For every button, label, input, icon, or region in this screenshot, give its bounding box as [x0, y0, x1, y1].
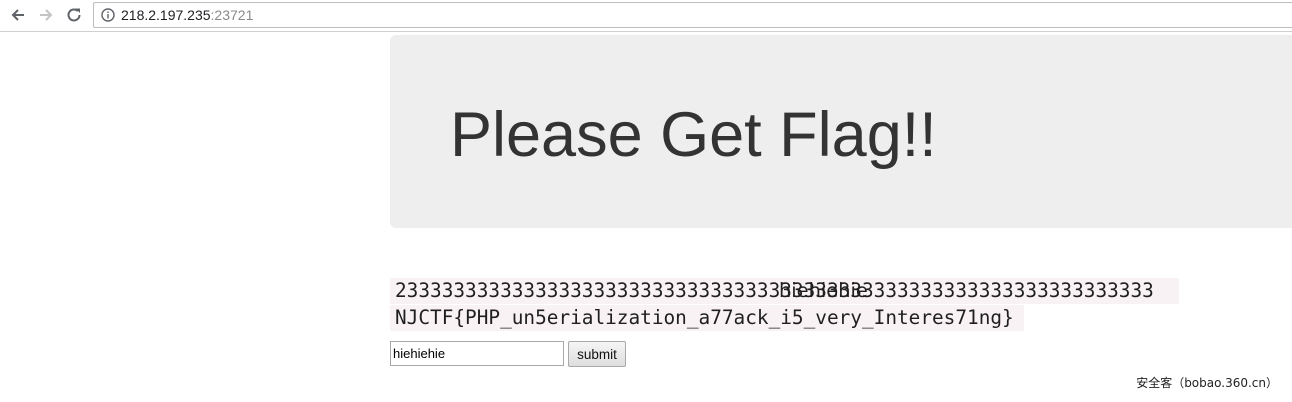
text-input[interactable]	[390, 341, 564, 366]
address-bar[interactable]: 218.2.197.235:23721	[93, 2, 1292, 28]
url-text[interactable]: 218.2.197.235:23721	[121, 6, 253, 24]
output-overlay-text: hiehiehie	[779, 279, 868, 302]
browser-toolbar: 218.2.197.235:23721	[0, 0, 1292, 32]
submit-button[interactable]: submit	[568, 341, 626, 367]
forward-arrow-icon[interactable]	[35, 4, 57, 26]
url-host: 218.2.197.235	[121, 7, 211, 23]
watermark: 安全客（bobao.360.cn）	[1136, 376, 1278, 390]
info-icon[interactable]	[101, 8, 115, 22]
reload-icon[interactable]	[63, 4, 85, 26]
back-arrow-icon[interactable]	[7, 4, 29, 26]
page-title: Please Get Flag!!	[450, 100, 937, 170]
url-port: :23721	[210, 7, 254, 23]
jumbotron: Please Get Flag!!	[390, 35, 1292, 228]
flag-output-line: NJCTF{PHP_un5erialization_a77ack_i5_very…	[390, 305, 1024, 331]
